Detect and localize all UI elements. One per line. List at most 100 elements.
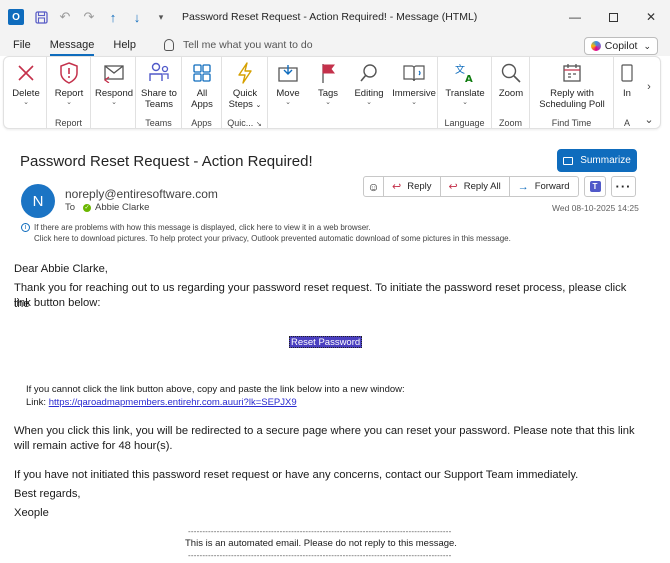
dropdown-icon: ⌄ <box>325 99 331 106</box>
dropdown-icon: ⌄ <box>411 99 417 106</box>
reply-scheduling-poll-button[interactable]: Reply with Scheduling Poll <box>536 59 608 110</box>
tab-help[interactable]: Help <box>107 34 142 56</box>
info-icon: i <box>21 223 30 232</box>
recipient-name[interactable]: Abbie Clarke <box>95 202 149 213</box>
copilot-icon <box>590 41 601 51</box>
reply-all-label: Reply All <box>463 181 501 192</box>
dropdown-icon: ⌄ <box>462 99 468 106</box>
customize-toolbar-icon[interactable]: ▾ <box>154 10 168 24</box>
group-label-quick-steps: Quic... ↘ <box>227 118 262 128</box>
translate-label: Translate <box>445 88 485 99</box>
tags-button[interactable]: Tags ⌄ <box>311 59 345 107</box>
dropdown-icon: ⌄ <box>66 99 72 106</box>
reply-all-icon: ↩ <box>448 181 458 193</box>
dropdown-icon: ⌄ <box>285 99 291 106</box>
dropdown-icon: ⌄ <box>366 99 372 106</box>
reply-sched-label-1: Reply with <box>550 88 594 99</box>
ribbon-group-apps: All Apps Apps <box>182 57 222 128</box>
calendar-poll-icon <box>561 59 583 87</box>
presence-available-icon: ✓ <box>83 203 92 212</box>
report-button[interactable]: Report ⌄ <box>51 59 87 107</box>
reset-password-button[interactable]: Reset Password <box>289 336 363 348</box>
minimize-icon[interactable]: — <box>556 0 594 34</box>
reply-button[interactable]: ↩ Reply <box>383 176 441 197</box>
paragraph-1-line-1: Thank you for reaching out to us regardi… <box>14 282 627 310</box>
info-line-pictures[interactable]: Click here to download pictures. To help… <box>34 233 511 244</box>
ribbon-group-move: Move ⌄ <box>268 57 308 128</box>
forward-button[interactable]: → Forward <box>508 176 579 197</box>
ribbon-group-tags: Tags ⌄ <box>308 57 348 128</box>
undo-icon[interactable]: ↶ <box>58 9 72 24</box>
lightning-icon <box>235 59 255 87</box>
respond-button[interactable]: Respond ⌄ <box>93 59 135 107</box>
delete-label: Delete <box>12 88 40 99</box>
svg-text:A: A <box>465 74 473 84</box>
restore-icon[interactable] <box>594 0 632 34</box>
signature: Xeople <box>14 507 49 519</box>
menu-bar: File Message Help Tell me what you want … <box>0 34 670 56</box>
zoom-button[interactable]: Zoom <box>494 59 528 99</box>
editing-button[interactable]: Editing ⌄ <box>351 59 387 107</box>
copilot-button[interactable]: Copilot ⌄ <box>583 37 658 55</box>
react-emoji-button[interactable]: ☺ <box>363 176 384 197</box>
tab-message[interactable]: Message <box>44 34 101 56</box>
teams-chat-button[interactable]: T <box>584 176 606 197</box>
down-arrow-icon[interactable]: ↓ <box>130 10 144 25</box>
chevron-down-icon: ⌄ <box>643 40 651 51</box>
respond-label: Respond <box>94 88 134 99</box>
ribbon-group-editing: Editing ⌄ <box>348 57 390 128</box>
reply-all-button[interactable]: ↩ Reply All <box>439 176 510 197</box>
regards: Best regards, <box>14 488 81 500</box>
fallback-link-row: Link: https://qaroadmapmembers.entirehr.… <box>26 397 297 409</box>
translate-button[interactable]: 文A Translate ⌄ <box>443 59 487 107</box>
redo-icon[interactable]: ↷ <box>82 9 96 24</box>
ribbon-group-quick-steps: Quick Steps ⌄ Quic... ↘ <box>222 57 268 128</box>
reply-icon: ↩ <box>392 181 402 193</box>
tab-file[interactable]: File <box>7 34 37 56</box>
teams-icon: T <box>589 181 601 192</box>
close-icon[interactable]: ✕ <box>632 0 670 34</box>
group-label-language: Language <box>444 118 485 128</box>
move-button[interactable]: Move ⌄ <box>271 59 305 107</box>
paragraph-2-line-1: When you click this link, you will be re… <box>14 425 635 437</box>
quick-steps-label-1: Quick <box>232 88 258 99</box>
ribbon-collapse-icon[interactable]: ⌄ <box>638 57 660 128</box>
svg-text:文: 文 <box>455 63 465 76</box>
info-line-browser[interactable]: If there are problems with how this mess… <box>34 222 511 233</box>
all-apps-button[interactable]: All Apps <box>185 59 219 110</box>
info-bar[interactable]: i If there are problems with how this me… <box>21 222 511 244</box>
apps-grid-icon <box>192 59 212 87</box>
group-label-apps: Apps <box>191 118 212 128</box>
ellipsis-icon: ··· <box>615 179 632 194</box>
message-date: Wed 08-10-2025 14:25 <box>552 203 639 213</box>
insights-label: In <box>623 88 631 99</box>
group-label-find-time: Find Time <box>551 118 592 128</box>
ribbon-group-language: 文A Translate ⌄ Language <box>438 57 492 128</box>
group-label-partial: A <box>623 118 630 128</box>
immersive-reader-button[interactable]: Immersive ⌄ <box>392 59 436 107</box>
avatar[interactable]: N <box>21 184 55 218</box>
summarize-button[interactable]: Summarize <box>557 149 637 172</box>
fallback-link[interactable]: https://qaroadmapmembers.entirehr.com.au… <box>49 397 297 408</box>
ribbon-group-find-time: Reply with Scheduling Poll Find Time <box>530 57 614 128</box>
flag-icon <box>319 59 337 87</box>
more-options-button[interactable]: ··· <box>611 176 636 197</box>
paragraph-3: If you have not initiated this password … <box>14 469 579 481</box>
reply-sched-label-2: Scheduling Poll <box>539 99 605 110</box>
summarize-icon <box>563 156 574 165</box>
zoom-icon <box>500 59 522 87</box>
forward-label: Forward <box>534 181 570 192</box>
copilot-label: Copilot <box>604 40 638 52</box>
report-label: Report <box>54 88 84 99</box>
sender-address[interactable]: noreply@entiresoftware.com <box>65 187 218 201</box>
insights-icon <box>620 59 634 87</box>
quick-steps-button[interactable]: Quick Steps ⌄ <box>226 59 264 111</box>
up-arrow-icon[interactable]: ↑ <box>106 10 120 25</box>
delete-button[interactable]: Delete ⌄ <box>8 59 44 107</box>
save-icon[interactable] <box>34 10 48 24</box>
smiley-icon: ☺ <box>367 179 380 194</box>
tell-me-search[interactable]: Tell me what you want to do <box>164 39 313 51</box>
insights-button[interactable]: In <box>616 59 638 99</box>
share-to-teams-button[interactable]: Share to Teams <box>138 59 180 110</box>
dropdown-icon: ⌄ <box>23 99 29 106</box>
